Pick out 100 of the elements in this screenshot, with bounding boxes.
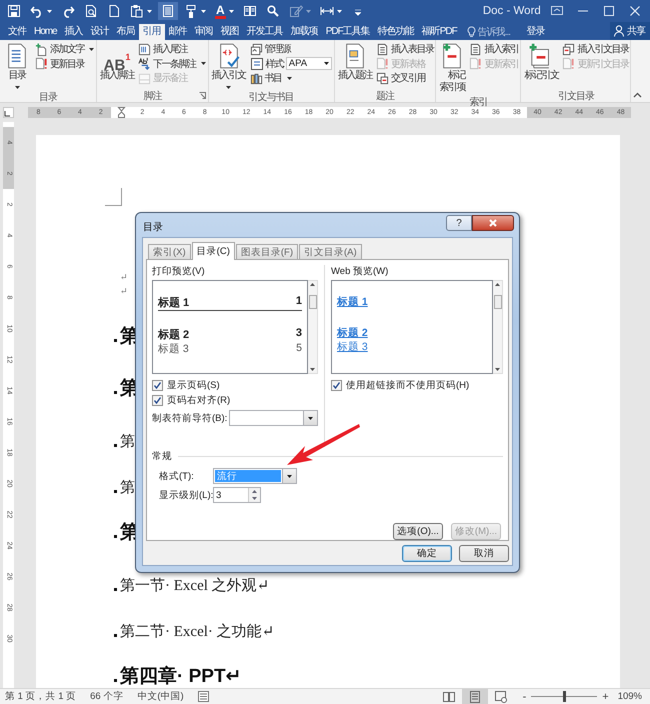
ribbon-button[interactable]: 插入表目录: [374, 42, 434, 56]
zoom-slider-thumb[interactable]: [562, 691, 566, 702]
ribbon-button[interactable]: 管理源: [248, 42, 333, 56]
help-button[interactable]: ?: [446, 215, 472, 231]
ribbon-tab[interactable]: 福昕PDF: [418, 24, 461, 40]
table-of-figures-icon: [376, 42, 389, 56]
share-button[interactable]: 共享: [610, 22, 650, 40]
checkbox[interactable]: [152, 395, 163, 406]
show-notes-icon: [138, 72, 151, 85]
update-document-icon: [562, 57, 576, 70]
dialog-title: 目录: [143, 221, 163, 234]
toc-link[interactable]: 标题 1: [337, 295, 368, 309]
scrollbar-thumb[interactable]: [494, 295, 502, 309]
ribbon-button[interactable]: 更新目录: [34, 56, 95, 71]
columns-icon: [242, 4, 257, 18]
zoom-out-button[interactable]: -: [520, 690, 530, 702]
dialog-tab[interactable]: 目录(C): [192, 242, 235, 260]
ribbon-tab[interactable]: Home: [30, 24, 61, 40]
word-count: 66 个字: [90, 690, 124, 703]
ribbon-tab[interactable]: 视图: [216, 24, 243, 40]
ribbon-tab[interactable]: PDF工具集: [322, 24, 374, 40]
ribbon-tab[interactable]: 特色功能: [374, 24, 418, 40]
edit-icon: [288, 4, 303, 18]
caret-icon: [200, 62, 206, 66]
caret-icon: [226, 86, 231, 89]
macro-icon[interactable]: [198, 691, 209, 702]
checkbox[interactable]: [152, 380, 163, 391]
close-button[interactable]: [472, 215, 514, 231]
caret-icon: [308, 416, 313, 420]
toc-link[interactable]: 标题 2: [337, 326, 368, 340]
page-layout-button[interactable]: [158, 2, 178, 20]
dialog-button[interactable]: 选项(O)...: [393, 523, 443, 540]
level-spinner[interactable]: 3: [213, 487, 261, 503]
collapse-ribbon-icon[interactable]: [633, 92, 642, 98]
toc-link[interactable]: 标题 3: [337, 340, 368, 354]
tell-me-field[interactable]: 告诉我...: [478, 26, 522, 38]
ribbon-tab[interactable]: 引用: [138, 24, 165, 40]
manage-sources-icon: [250, 42, 262, 56]
print-layout-button[interactable]: [462, 689, 488, 704]
dialog-tab[interactable]: 引文目录(A): [299, 244, 362, 259]
bullet-mark: [114, 490, 117, 492]
dialog-tab[interactable]: 图表目录(F): [236, 244, 298, 259]
font-color-button[interactable]: A: [212, 2, 237, 20]
zoom-in-button[interactable]: +: [599, 690, 612, 702]
scrollbar-thumb[interactable]: [308, 295, 316, 309]
add-text-icon: [35, 42, 48, 56]
scroll-down-icon: [495, 368, 500, 371]
ribbon-button[interactable]: 下一条脚注: [137, 56, 206, 71]
field-label: 制表符前导符(B):: [152, 412, 228, 424]
zoom-level: 109%: [618, 691, 642, 702]
ribbon-tab[interactable]: 文件: [4, 24, 30, 40]
window-title: Doc - Word: [482, 5, 542, 17]
ribbon-button[interactable]: 插入题注: [336, 41, 374, 83]
redo-icon: [61, 4, 75, 18]
ribbon-tab[interactable]: 加载项: [286, 24, 322, 40]
ribbon-button[interactable]: 交叉引用: [374, 71, 434, 86]
ok-button[interactable]: 确定: [402, 545, 452, 562]
ribbon-button[interactable]: 标记引文: [522, 41, 560, 83]
caret-icon: [306, 10, 311, 12]
checkbox-label: 页码右对齐(R): [167, 394, 230, 407]
ribbon-button[interactable]: 标记索引项: [437, 41, 468, 95]
style-dropdown[interactable]: APA: [286, 57, 332, 70]
dialog-tab[interactable]: 索引(X): [148, 244, 191, 259]
checkbox[interactable]: [331, 380, 342, 391]
group-label: 目录: [39, 90, 57, 104]
caret-icon: [336, 10, 342, 12]
dialog-launcher-icon[interactable]: [198, 92, 206, 99]
caret-icon: [89, 48, 94, 51]
ribbon-tab[interactable]: 邮件: [164, 24, 191, 40]
down-icon: [252, 497, 257, 500]
indent-marker-icon[interactable]: [117, 107, 126, 118]
toc-entry: 标题 2 3: [158, 327, 302, 342]
ribbon-tab[interactable]: 审阅: [190, 24, 217, 40]
ribbon-button[interactable]: AB$^{1}$ 插入脚注: [98, 41, 136, 83]
crop-mark: [105, 188, 122, 206]
tab-selector-button[interactable]: [3, 107, 14, 118]
group-label: 引文目录: [558, 90, 594, 102]
ribbon-tab[interactable]: 布局: [112, 24, 139, 40]
field-label: 格式(T):: [159, 470, 195, 482]
ribbon-button[interactable]: 插入引文目录: [561, 42, 630, 56]
ribbon-button[interactable]: 插入索引: [468, 42, 520, 56]
cancel-button[interactable]: 取消: [459, 545, 509, 562]
lightbulb-icon: [466, 26, 476, 38]
ribbon-button[interactable]: 目录: [1, 41, 33, 90]
ribbon-button[interactable]: 添加文字: [34, 42, 95, 56]
ribbon-button[interactable]: 书目: [248, 71, 333, 86]
sign-in-link[interactable]: 登录: [524, 24, 548, 40]
caret-icon: [47, 10, 52, 12]
undo-icon: [30, 4, 44, 18]
ribbon-button[interactable]: 插入引文: [210, 41, 248, 90]
ribbon-tab[interactable]: 开发工具: [242, 24, 287, 40]
scrollbar[interactable]: [493, 280, 503, 374]
scrollbar[interactable]: [308, 280, 318, 374]
chapter-heading: 第四章· PPT↵: [120, 664, 242, 688]
field-label: Web 预览(W): [331, 265, 390, 278]
ribbon-button[interactable]: 插入尾注: [137, 42, 206, 56]
next-footnote-icon: [138, 57, 151, 70]
ribbon-tab[interactable]: 插入: [60, 24, 87, 40]
caret-icon: [147, 10, 152, 12]
ribbon-tab[interactable]: 设计: [86, 24, 113, 40]
